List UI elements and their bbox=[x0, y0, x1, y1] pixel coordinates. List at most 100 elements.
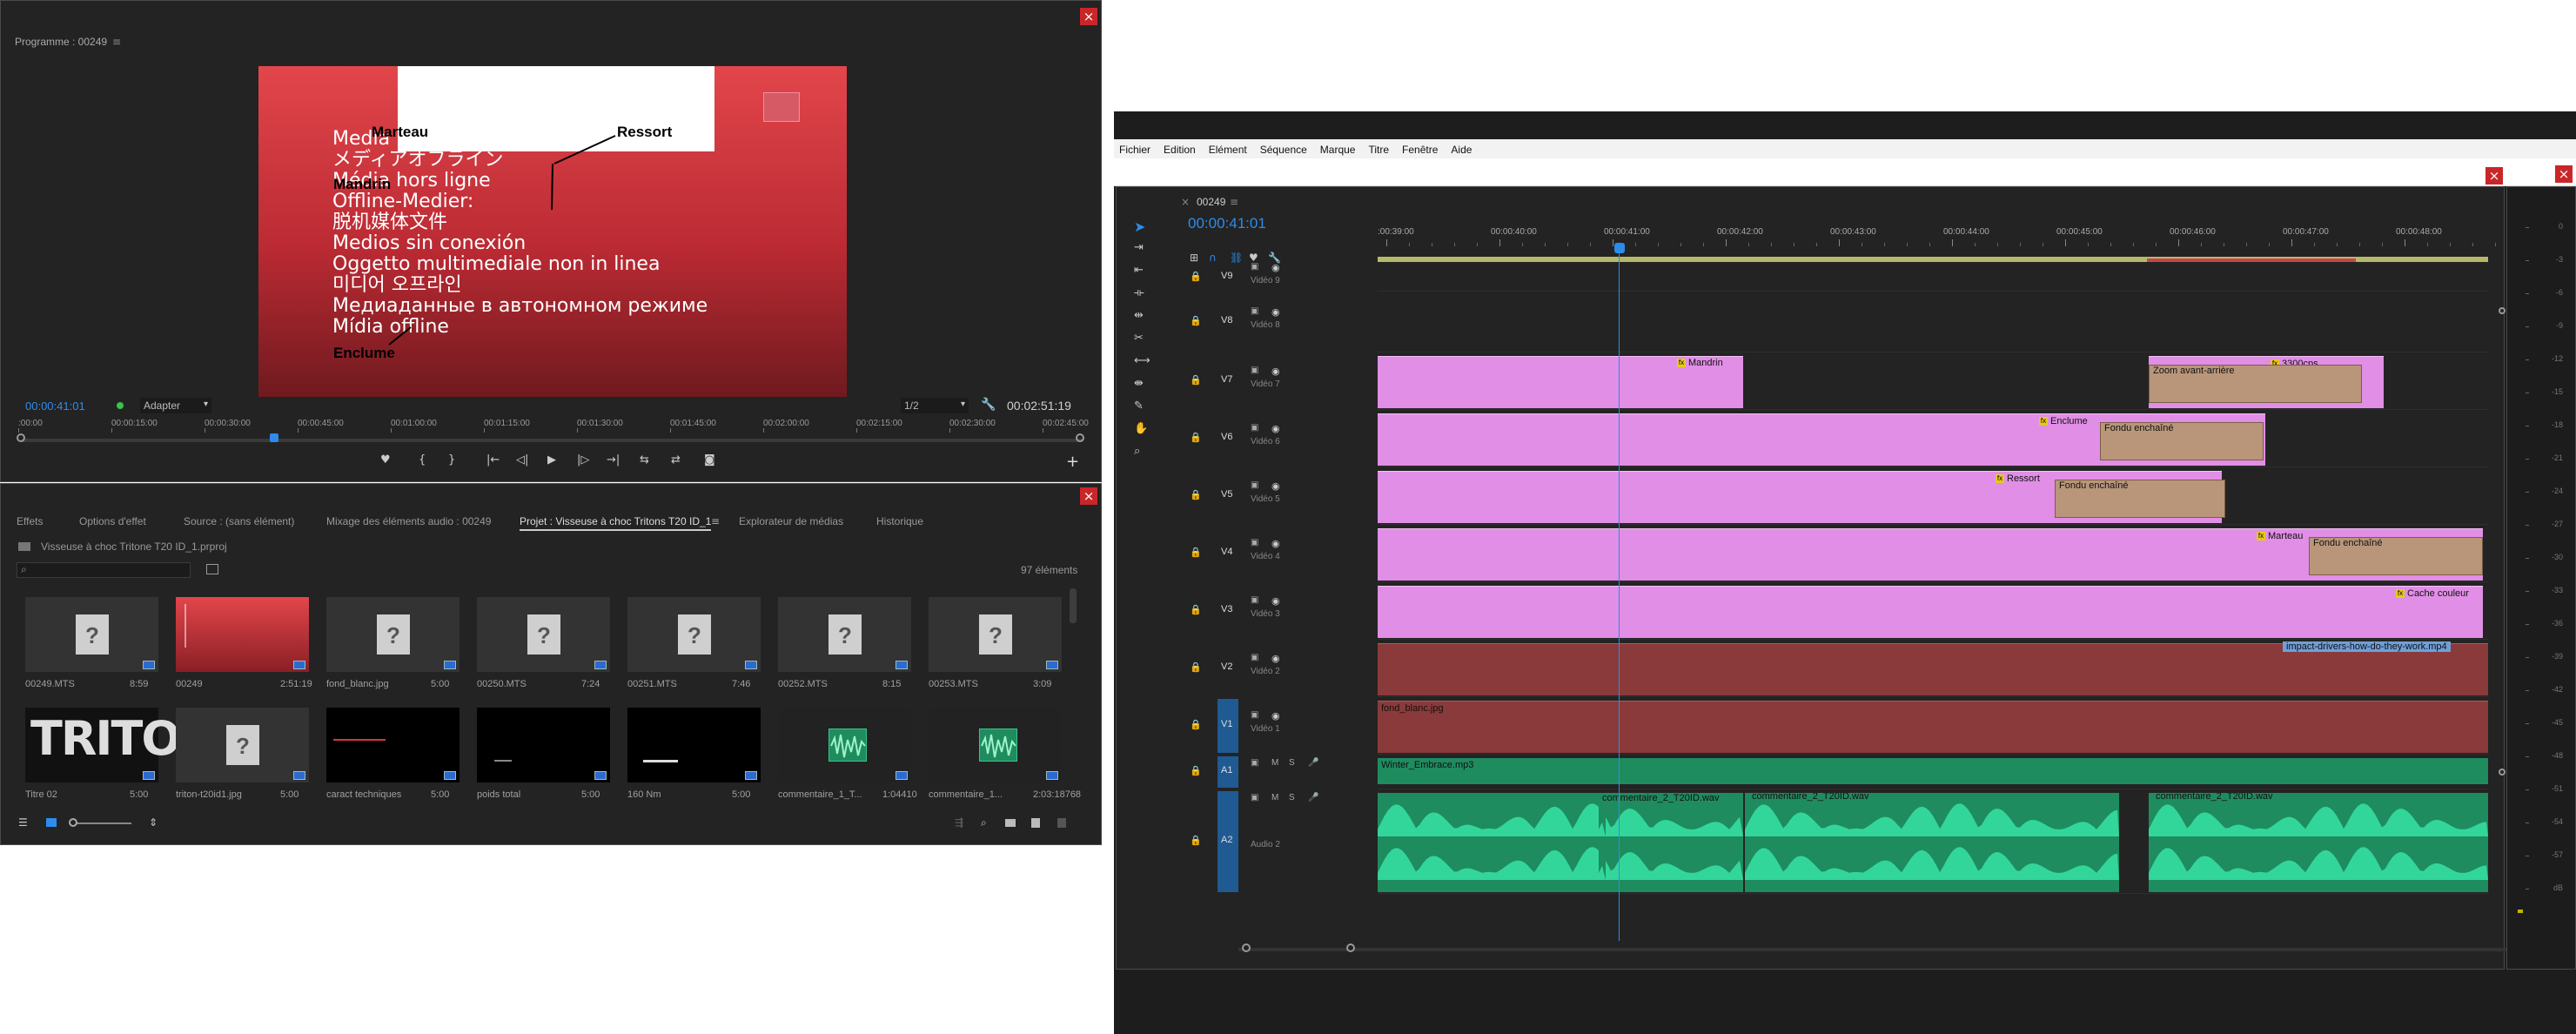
program-timecode[interactable]: 00:00:41:01 bbox=[25, 400, 85, 413]
lock-icon[interactable]: 🔒 bbox=[1190, 547, 1202, 558]
list-view-icon[interactable]: ☰ bbox=[18, 816, 28, 829]
wrench-icon[interactable]: 🔧 bbox=[981, 398, 996, 412]
media-thumbnail[interactable]: ? bbox=[25, 597, 158, 672]
go-to-in-icon[interactable]: |← bbox=[486, 453, 500, 467]
grid-scrollbar[interactable] bbox=[1070, 588, 1077, 623]
clip-mandrin[interactable]: fx Mandrin bbox=[1674, 356, 2039, 408]
panel-menu-icon[interactable]: ≡ bbox=[112, 36, 121, 48]
clip-fond-blanc[interactable]: fond_blanc.jpg bbox=[1378, 701, 2488, 753]
mark-out-icon[interactable]: } bbox=[448, 453, 455, 467]
close-button[interactable]: × bbox=[2485, 167, 2503, 185]
media-thumbnail[interactable]: ? bbox=[176, 708, 309, 782]
mute-icon[interactable]: M bbox=[1271, 793, 1278, 802]
eye-icon[interactable]: ◉ bbox=[1271, 653, 1280, 664]
track-id[interactable]: V5 bbox=[1221, 489, 1232, 500]
step-forward-icon[interactable]: |▷ bbox=[577, 453, 589, 467]
track-id[interactable]: V8 bbox=[1221, 315, 1232, 326]
transition-fondu-1[interactable]: Fondu enchaîné bbox=[2100, 422, 2264, 460]
media-thumbnail[interactable]: ? bbox=[627, 597, 761, 672]
go-to-out-icon[interactable]: →| bbox=[607, 453, 620, 467]
mark-in-icon[interactable]: { bbox=[419, 453, 426, 467]
clip-commentaire-1[interactable]: commentaire_2_T20ID.wav bbox=[1599, 793, 1723, 803]
sync-lock-icon[interactable]: ▣ bbox=[1251, 538, 1258, 547]
menu-item[interactable]: Fenêtre bbox=[1402, 144, 1438, 156]
close-button[interactable]: × bbox=[1080, 8, 1097, 25]
close-button-meter[interactable]: × bbox=[2555, 165, 2573, 183]
zoom-tool-icon[interactable]: ⌕ bbox=[1134, 445, 1140, 458]
vscroll-handle-bottom[interactable] bbox=[2499, 769, 2506, 776]
lift-icon[interactable]: ⇆ bbox=[640, 453, 649, 467]
track-select-tool-icon[interactable]: ⇥ bbox=[1134, 241, 1144, 254]
media-thumbnail[interactable] bbox=[326, 708, 460, 782]
new-item-icon[interactable] bbox=[1031, 818, 1040, 828]
lock-icon[interactable]: 🔒 bbox=[1190, 374, 1202, 386]
lock-icon[interactable]: 🔒 bbox=[1190, 835, 1202, 846]
playhead-line[interactable] bbox=[1619, 253, 1620, 941]
close-button[interactable]: × bbox=[1080, 487, 1097, 505]
eye-icon[interactable]: ◉ bbox=[1271, 366, 1280, 377]
eye-icon[interactable]: ◉ bbox=[1271, 710, 1280, 722]
media-thumbnail[interactable] bbox=[627, 708, 761, 782]
scroll-handle-right[interactable] bbox=[1076, 433, 1084, 442]
menu-item[interactable]: Elément bbox=[1209, 144, 1247, 156]
track-id[interactable]: V4 bbox=[1221, 547, 1232, 557]
timeline-hscroll[interactable] bbox=[1238, 948, 2509, 951]
sync-lock-icon[interactable]: ▣ bbox=[1251, 262, 1258, 272]
extract-icon[interactable]: ⇄ bbox=[671, 453, 681, 467]
media-thumbnail[interactable]: ? bbox=[778, 597, 911, 672]
menu-item[interactable]: Titre bbox=[1368, 144, 1389, 156]
menu-item[interactable]: Fichier bbox=[1119, 144, 1150, 156]
media-thumbnail[interactable]: ? bbox=[326, 597, 460, 672]
sync-lock-icon[interactable]: ▣ bbox=[1251, 480, 1258, 490]
solo-icon[interactable]: S bbox=[1289, 758, 1295, 768]
clip-audio-divider[interactable] bbox=[1599, 793, 1606, 892]
playhead-marker[interactable] bbox=[270, 433, 279, 442]
transition-fondu-2[interactable]: Fondu enchaîné bbox=[2055, 480, 2225, 518]
sync-lock-icon[interactable]: ▣ bbox=[1251, 366, 1258, 375]
eye-icon[interactable]: ◉ bbox=[1271, 306, 1280, 318]
solo-icon[interactable]: S bbox=[1289, 793, 1295, 802]
vscroll-handle-top[interactable] bbox=[2499, 307, 2506, 314]
media-thumbnail[interactable] bbox=[778, 708, 911, 782]
transition-fondu-3[interactable]: Fondu enchaîné bbox=[2309, 537, 2483, 575]
automate-icon[interactable]: ⇶ bbox=[955, 816, 963, 829]
sync-lock-icon[interactable]: ▣ bbox=[1251, 793, 1258, 802]
menu-item[interactable]: Edition bbox=[1164, 144, 1196, 156]
clip-commentaire-2[interactable]: commentaire_2_T20ID.wav bbox=[1745, 793, 2119, 892]
selection-tool-icon[interactable]: ➤ bbox=[1134, 218, 1145, 235]
panel-menu-icon[interactable]: ≡ bbox=[1230, 196, 1238, 208]
transition-zoom[interactable]: Zoom avant-arrière bbox=[2149, 365, 2362, 403]
lock-icon[interactable]: 🔒 bbox=[1190, 604, 1202, 615]
lock-icon[interactable]: 🔒 bbox=[1190, 765, 1202, 776]
mic-icon[interactable]: 🎤 bbox=[1308, 793, 1318, 802]
eye-icon[interactable]: ◉ bbox=[1271, 595, 1280, 607]
sort-icon[interactable]: ⇕ bbox=[149, 816, 158, 829]
export-frame-icon[interactable]: ◙ bbox=[704, 453, 715, 467]
nest-icon[interactable]: ⊞ bbox=[1190, 252, 1198, 264]
eye-icon[interactable]: ◉ bbox=[1271, 480, 1280, 492]
track-id[interactable]: V6 bbox=[1221, 432, 1232, 442]
clip-impact[interactable]: impact-drivers-how-do-they-work.mp4 bbox=[2283, 641, 2451, 652]
linked-selection-icon[interactable]: ⛓ bbox=[1230, 252, 1243, 264]
track-id[interactable]: A1 bbox=[1221, 765, 1232, 776]
add-marker-icon[interactable]: ♥ bbox=[380, 453, 391, 467]
track-id[interactable]: V7 bbox=[1221, 374, 1232, 385]
mute-icon[interactable]: M bbox=[1271, 758, 1278, 768]
track-id[interactable]: V1 bbox=[1221, 719, 1232, 729]
eye-icon[interactable]: ◉ bbox=[1271, 423, 1280, 434]
icon-view-icon[interactable] bbox=[46, 818, 57, 827]
media-thumbnail[interactable] bbox=[176, 597, 309, 672]
lock-icon[interactable]: 🔒 bbox=[1190, 432, 1202, 443]
timeline-ruler[interactable]: :00:39:00 00:00:40:00 00:00:41:00 00:00:42:… bbox=[1378, 227, 2496, 258]
trash-icon[interactable] bbox=[1057, 818, 1066, 828]
media-thumbnail[interactable] bbox=[477, 708, 610, 782]
resolution-dropdown[interactable]: 1/2 ▾ bbox=[901, 398, 969, 413]
zoom-slider-handle[interactable] bbox=[69, 818, 77, 827]
program-ruler[interactable]: :00:00 00:00:15:00 00:00:30:00 00:00:45:00 0… bbox=[18, 417, 1089, 434]
track-id[interactable]: V9 bbox=[1221, 271, 1232, 281]
media-thumbnail[interactable]: ? bbox=[477, 597, 610, 672]
mic-icon[interactable]: 🎤 bbox=[1308, 758, 1318, 768]
sync-lock-icon[interactable]: ▣ bbox=[1251, 306, 1258, 316]
sync-lock-icon[interactable]: ▣ bbox=[1251, 653, 1258, 662]
media-thumbnail[interactable]: TRITON bbox=[25, 708, 218, 782]
